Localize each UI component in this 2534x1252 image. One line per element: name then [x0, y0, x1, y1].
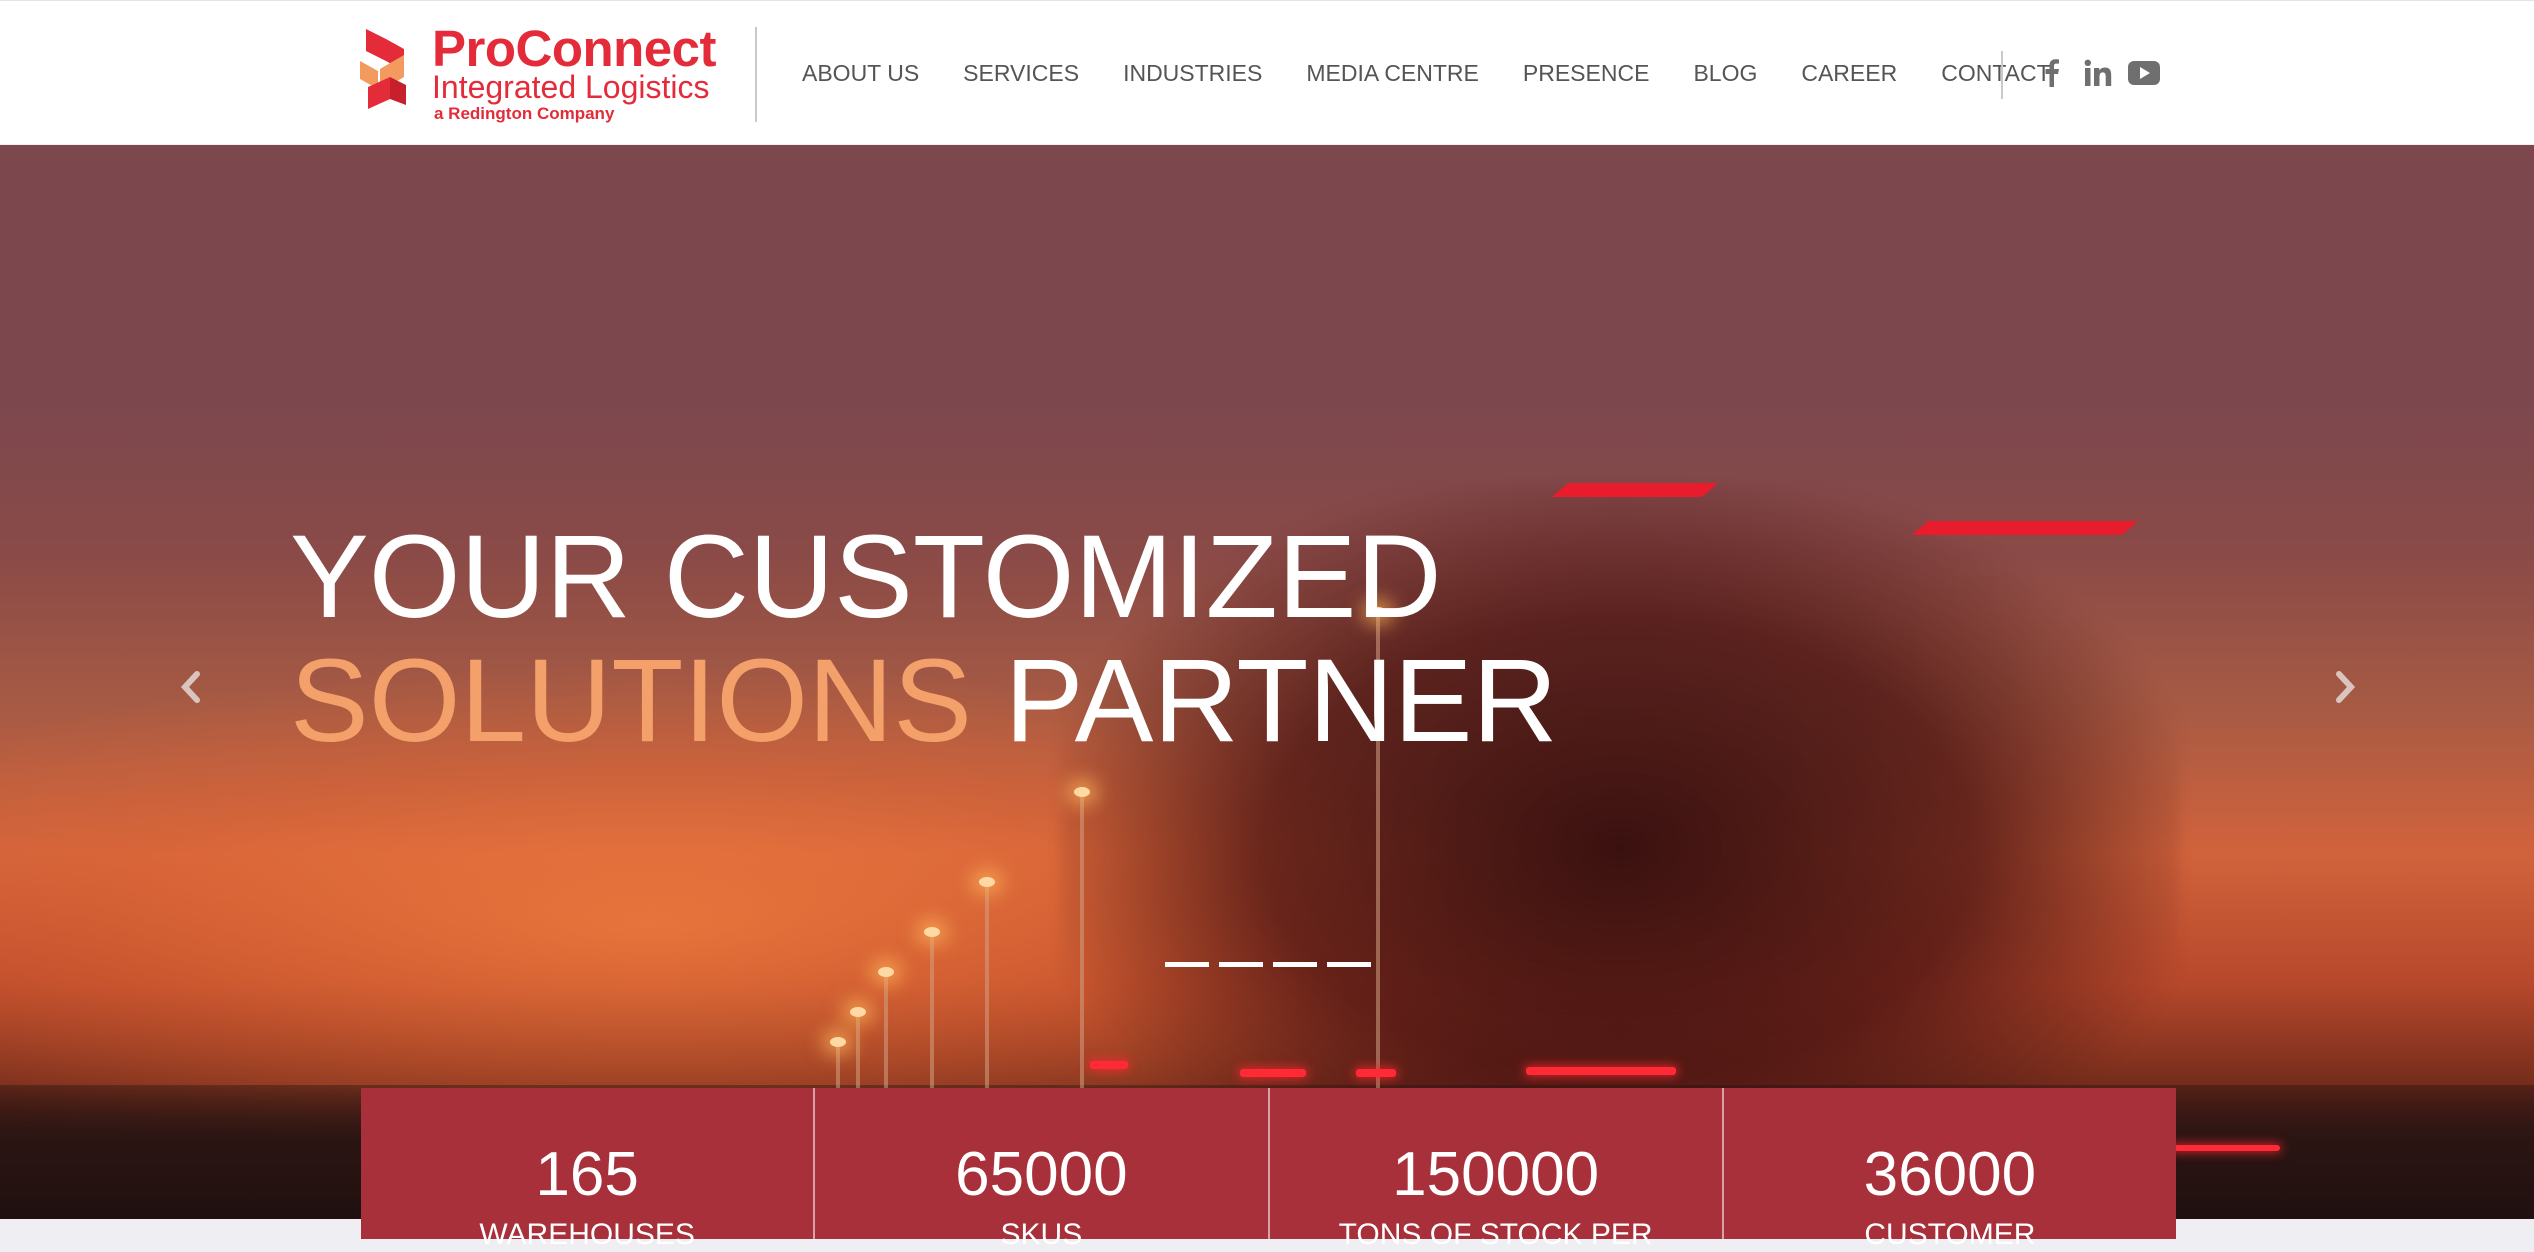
nav-about-us[interactable]: ABOUT US [780, 51, 941, 95]
brand-logo-icon [360, 29, 406, 109]
nav-media-centre[interactable]: MEDIA CENTRE [1284, 51, 1501, 95]
carousel-indicator[interactable] [1327, 962, 1371, 967]
carousel-indicators [1165, 962, 1381, 967]
nav-services[interactable]: SERVICES [941, 51, 1101, 95]
stat-value: 150000 [1392, 1140, 1600, 1209]
brand-tagline: a Redington Company [434, 104, 615, 123]
carousel-indicator[interactable] [1165, 962, 1209, 967]
nav-presence[interactable]: PRESENCE [1501, 51, 1672, 95]
road-light [2170, 1145, 2280, 1151]
nav-blog[interactable]: BLOG [1671, 51, 1779, 95]
carousel-indicator[interactable] [1219, 962, 1263, 967]
truck-tail-light [1356, 1069, 1396, 1077]
truck-top-light [1551, 483, 1719, 497]
hero-headline-line1: YOUR CUSTOMIZED [290, 511, 1442, 643]
stats-bar: 165 WAREHOUSES 65000 SKUS 150000 TONS OF… [361, 1088, 2176, 1251]
carousel-prev-button[interactable] [164, 661, 216, 713]
youtube-icon[interactable] [2122, 51, 2166, 95]
nav-career[interactable]: CAREER [1779, 51, 1919, 95]
carousel-indicator[interactable] [1273, 962, 1317, 967]
hero-headline: YOUR CUSTOMIZED SOLUTIONS PARTNER [290, 515, 1558, 763]
hero-headline-accent: SOLUTIONS [290, 635, 972, 767]
carousel-next-button[interactable] [2320, 661, 2372, 713]
site-header: ProConnect Integrated Logistics a Reding… [0, 0, 2534, 144]
truck-tail-light [1090, 1061, 1128, 1069]
stat-value: 165 [535, 1140, 639, 1209]
stat-value: 65000 [955, 1140, 1128, 1209]
hero-headline-line2: PARTNER [971, 635, 1558, 767]
chevron-right-icon [2336, 671, 2356, 703]
stat-value: 36000 [1863, 1140, 2037, 1209]
social-divider [2001, 51, 2003, 99]
main-nav: ABOUT US SERVICES INDUSTRIES MEDIA CENTR… [780, 51, 2073, 95]
stat-skus: 65000 SKUS [815, 1088, 1270, 1251]
stat-tons-of-stock: 150000 TONS OF STOCK PER [1270, 1088, 1724, 1251]
nav-industries[interactable]: INDUSTRIES [1101, 51, 1284, 95]
stat-label: CUSTOMER [1864, 1218, 2036, 1251]
chevron-left-icon [180, 671, 200, 703]
stat-customer: 36000 CUSTOMER [1724, 1088, 2176, 1251]
social-links [2030, 51, 2168, 95]
hero-carousel: YOUR CUSTOMIZED SOLUTIONS PARTNER [0, 145, 2534, 1219]
linkedin-icon[interactable] [2076, 51, 2120, 95]
header-divider [755, 27, 757, 122]
stat-label: SKUS [1000, 1218, 1083, 1251]
truck-top-light [1911, 521, 2139, 535]
brand-logo[interactable]: ProConnect Integrated Logistics a Reding… [356, 21, 728, 129]
brand-subtitle: Integrated Logistics [432, 69, 710, 105]
truck-tail-light [1240, 1069, 1306, 1077]
facebook-icon[interactable] [2030, 51, 2074, 95]
stat-warehouses: 165 WAREHOUSES [361, 1088, 816, 1251]
truck-tail-light [1526, 1067, 1676, 1075]
stat-label: WAREHOUSES [479, 1218, 695, 1251]
stat-label: TONS OF STOCK PER [1338, 1218, 1653, 1251]
